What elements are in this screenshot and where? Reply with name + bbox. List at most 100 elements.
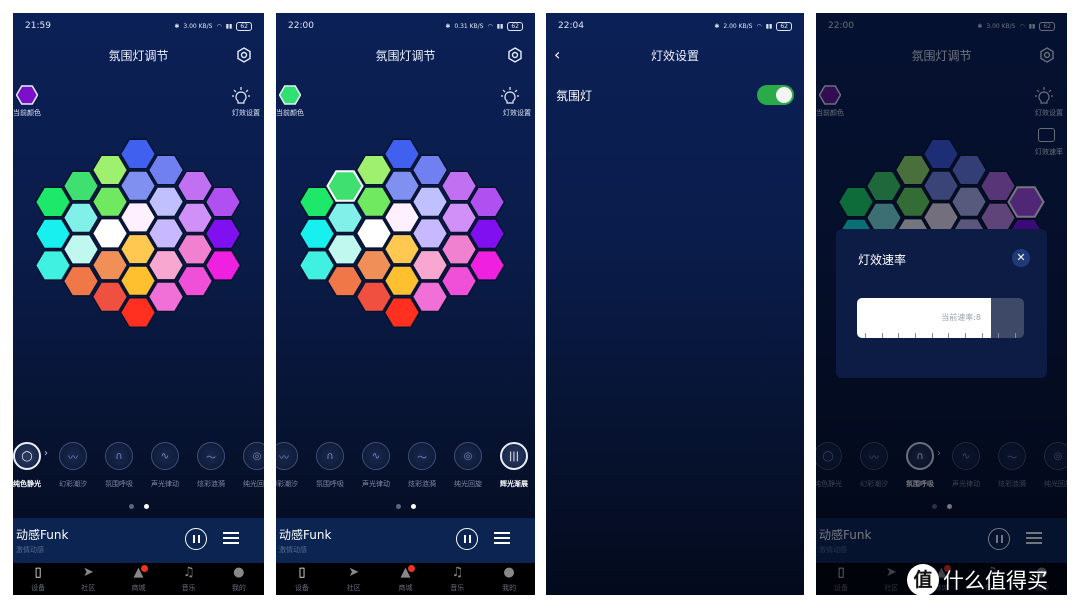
color-hex[interactable] bbox=[62, 233, 100, 265]
color-hex[interactable] bbox=[355, 281, 393, 313]
color-hex[interactable] bbox=[119, 233, 157, 265]
color-hex[interactable] bbox=[355, 154, 393, 186]
color-hex[interactable] bbox=[91, 154, 129, 186]
nav-item-1[interactable]: ➤ 社区 bbox=[334, 563, 374, 595]
color-hex[interactable] bbox=[411, 281, 449, 313]
nav-item-2[interactable]: ▲ 商城 bbox=[385, 563, 425, 595]
color-hex[interactable] bbox=[411, 249, 449, 281]
close-button[interactable]: ✕ bbox=[1012, 249, 1030, 267]
effect-item[interactable]: ◎ 纯光回旋 bbox=[445, 440, 491, 489]
page-dot[interactable] bbox=[395, 504, 401, 509]
effect-settings-label[interactable]: 灯效设置 bbox=[503, 108, 531, 118]
color-hex[interactable] bbox=[119, 170, 157, 202]
light-bulb-icon[interactable] bbox=[501, 87, 519, 107]
color-hex[interactable] bbox=[411, 154, 449, 186]
color-hex[interactable] bbox=[147, 281, 185, 313]
effect-item[interactable]: ～ 炫彩涟漪 bbox=[399, 440, 445, 489]
speed-slider[interactable]: 当前速率:8 bbox=[857, 298, 1024, 338]
nav-item-3[interactable]: ♫ 音乐 bbox=[169, 563, 209, 595]
color-hex[interactable] bbox=[298, 218, 336, 250]
color-hex[interactable] bbox=[176, 233, 214, 265]
color-hex[interactable] bbox=[147, 186, 185, 218]
current-color-swatch[interactable] bbox=[15, 85, 39, 105]
color-hex[interactable] bbox=[147, 154, 185, 186]
color-hex[interactable] bbox=[176, 202, 214, 234]
color-hex[interactable] bbox=[355, 249, 393, 281]
color-hex[interactable] bbox=[204, 218, 242, 250]
color-hex[interactable] bbox=[440, 202, 478, 234]
nav-item-3[interactable]: ♫ 音乐 bbox=[437, 563, 477, 595]
back-button[interactable]: ‹ bbox=[554, 45, 560, 64]
color-hex[interactable] bbox=[91, 281, 129, 313]
color-hex-selected[interactable] bbox=[326, 170, 364, 202]
color-hex[interactable] bbox=[119, 201, 157, 233]
page-dot-active[interactable] bbox=[143, 504, 149, 509]
color-hex[interactable] bbox=[383, 170, 421, 202]
color-hex[interactable] bbox=[383, 201, 421, 233]
effect-item[interactable]: ||| 辉光渐展 bbox=[491, 440, 535, 489]
color-hex[interactable] bbox=[119, 297, 157, 328]
nav-item-1[interactable]: ➤ 社区 bbox=[68, 563, 108, 595]
color-hex[interactable] bbox=[326, 233, 364, 265]
color-hex[interactable] bbox=[440, 233, 478, 265]
now-playing-bar[interactable]: 动感Funk 激情动感 bbox=[276, 518, 535, 563]
color-hex[interactable] bbox=[204, 249, 242, 281]
effect-item[interactable]: ～ 炫彩涟漪 bbox=[188, 440, 234, 489]
color-hex[interactable] bbox=[440, 170, 478, 202]
color-hex[interactable] bbox=[34, 249, 72, 281]
light-bulb-icon[interactable] bbox=[232, 87, 250, 107]
playlist-button[interactable] bbox=[223, 532, 239, 547]
now-playing-bar[interactable]: 动感Funk 激情动感 bbox=[13, 518, 264, 563]
effect-item[interactable]: 〰幻彩潮汐 bbox=[276, 440, 307, 489]
color-hex[interactable] bbox=[34, 186, 72, 218]
color-hex[interactable] bbox=[468, 186, 506, 218]
color-hex[interactable] bbox=[91, 249, 129, 281]
color-hex[interactable] bbox=[298, 249, 336, 281]
effect-item[interactable]: ∩ 氛围呼吸 bbox=[96, 440, 142, 489]
effect-item[interactable]: 〰幻彩潮汐 bbox=[50, 440, 96, 489]
color-hex[interactable] bbox=[62, 265, 100, 297]
color-hex[interactable] bbox=[383, 265, 421, 297]
color-hex[interactable] bbox=[34, 218, 72, 250]
effect-item[interactable]: ∿ 声光律动 bbox=[142, 440, 188, 489]
color-hex[interactable] bbox=[62, 170, 100, 202]
color-hex[interactable] bbox=[91, 186, 129, 218]
pause-button[interactable] bbox=[456, 528, 478, 550]
nav-item-4[interactable]: ● 我的 bbox=[489, 563, 529, 595]
playlist-button[interactable] bbox=[494, 532, 510, 547]
nav-item-0[interactable]: ▯ 设备 bbox=[282, 563, 322, 595]
settings-gear-icon[interactable] bbox=[236, 47, 252, 63]
effect-item[interactable]: ◎ 纯光回旋 bbox=[234, 440, 264, 489]
nav-item-4[interactable]: ● 我的 bbox=[219, 563, 259, 595]
color-hex[interactable] bbox=[62, 202, 100, 234]
color-hex[interactable] bbox=[176, 170, 214, 202]
color-hex[interactable] bbox=[147, 217, 185, 249]
pause-button[interactable] bbox=[185, 528, 207, 550]
color-hex[interactable] bbox=[119, 265, 157, 297]
color-hex[interactable] bbox=[355, 217, 393, 249]
color-hex[interactable] bbox=[411, 186, 449, 218]
color-hex[interactable] bbox=[176, 265, 214, 297]
color-hex[interactable] bbox=[326, 265, 364, 297]
color-hex[interactable] bbox=[440, 265, 478, 297]
color-hex[interactable] bbox=[468, 218, 506, 250]
nav-item-0[interactable]: ▯ 设备 bbox=[18, 563, 58, 595]
current-color-swatch[interactable] bbox=[278, 85, 302, 105]
color-hex[interactable] bbox=[298, 186, 336, 218]
color-hex[interactable] bbox=[91, 217, 129, 249]
color-hex[interactable] bbox=[355, 186, 393, 218]
effect-settings-label[interactable]: 灯效设置 bbox=[232, 108, 260, 118]
page-dot[interactable] bbox=[128, 504, 134, 509]
settings-gear-icon[interactable] bbox=[507, 47, 523, 63]
color-hex[interactable] bbox=[411, 217, 449, 249]
effect-item[interactable]: ∩ 氛围呼吸 bbox=[307, 440, 353, 489]
nav-item-2[interactable]: ▲ 商城 bbox=[118, 563, 158, 595]
effect-item[interactable]: ∿ 声光律动 bbox=[353, 440, 399, 489]
color-hex[interactable] bbox=[204, 186, 242, 218]
color-hex[interactable] bbox=[119, 138, 157, 170]
color-hex[interactable] bbox=[147, 249, 185, 281]
color-hex[interactable] bbox=[468, 249, 506, 281]
ambient-light-toggle[interactable] bbox=[757, 85, 794, 105]
color-hex[interactable] bbox=[326, 202, 364, 234]
color-hex[interactable] bbox=[383, 233, 421, 265]
